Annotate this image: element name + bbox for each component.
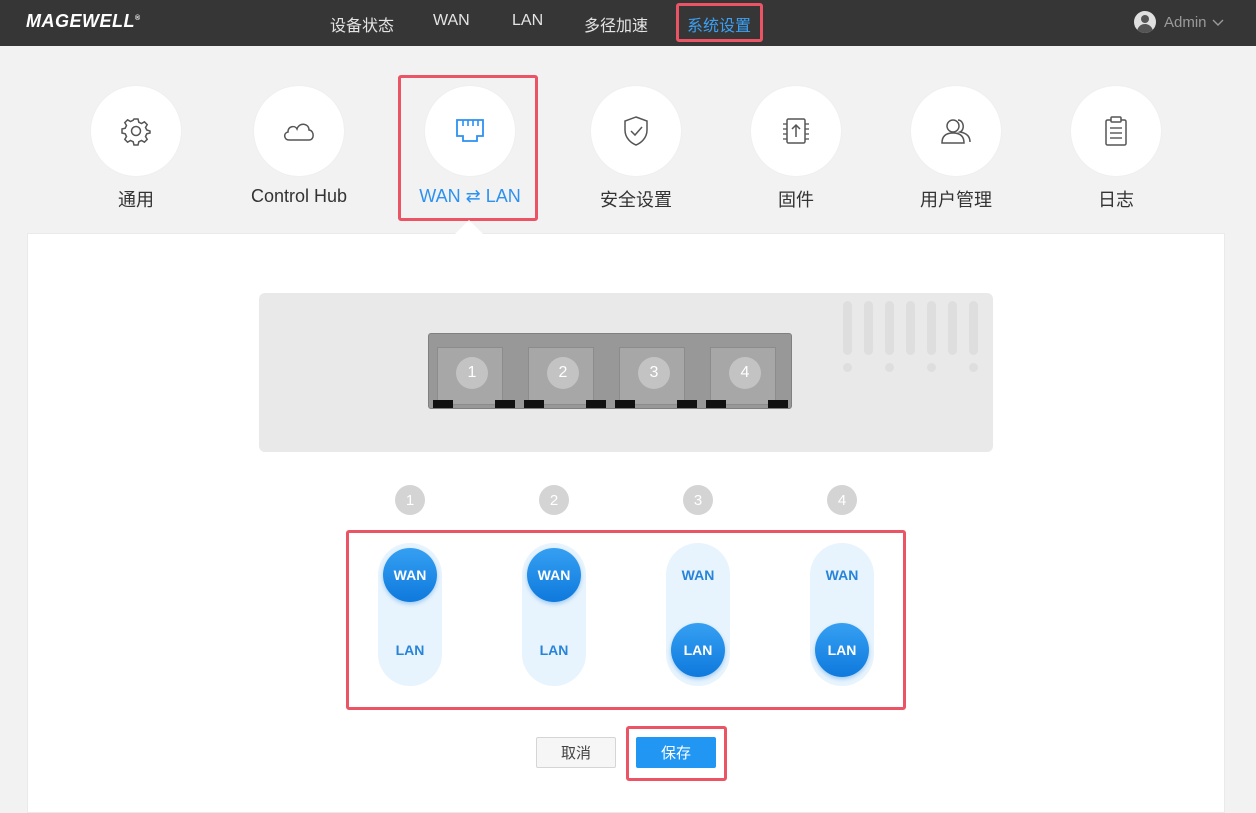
device-port: 4 bbox=[702, 344, 778, 405]
logo-text: MAGEWELL bbox=[26, 11, 135, 31]
category-circle bbox=[751, 86, 841, 176]
port-number-badge: 4 bbox=[827, 485, 857, 515]
highlight-frame-nav bbox=[676, 3, 763, 42]
device-port: 2 bbox=[520, 344, 596, 405]
category-circle bbox=[1071, 86, 1161, 176]
user-name: Admin bbox=[1164, 13, 1207, 31]
port-number-badge: 3 bbox=[683, 485, 713, 515]
port-bank: 1 2 3 4 bbox=[428, 333, 792, 409]
highlight-frame-save bbox=[626, 726, 727, 781]
device-port-number: 2 bbox=[547, 357, 579, 389]
port-led bbox=[706, 400, 726, 408]
user-menu[interactable]: Admin bbox=[1134, 10, 1225, 34]
chevron-down-icon bbox=[1212, 19, 1224, 26]
device-port: 1 bbox=[429, 344, 505, 405]
port-led bbox=[433, 400, 453, 408]
logo-mark: ® bbox=[135, 15, 141, 22]
category-user-management-label: 用户管理 bbox=[920, 190, 992, 210]
nav-lan[interactable]: LAN bbox=[512, 12, 543, 30]
gear-icon bbox=[121, 118, 151, 146]
vent-slot bbox=[906, 301, 915, 355]
vent-slot bbox=[969, 301, 978, 355]
vent-dot bbox=[969, 363, 978, 372]
nav-multipath[interactable]: 多径加速 bbox=[584, 12, 648, 36]
clipboard-icon bbox=[1105, 116, 1127, 146]
vent-dot bbox=[927, 363, 936, 372]
chip-upload-icon bbox=[783, 118, 809, 144]
category-security-label: 安全设置 bbox=[600, 190, 672, 210]
category-firmware[interactable]: 固件 bbox=[721, 86, 871, 212]
shield-check-icon bbox=[624, 116, 648, 146]
magewell-logo: MAGEWELL® bbox=[26, 11, 141, 32]
category-user-management[interactable]: 用户管理 bbox=[881, 86, 1031, 212]
port-led bbox=[495, 400, 515, 408]
highlight-frame-category bbox=[398, 75, 538, 221]
port-led bbox=[615, 400, 635, 408]
user-avatar-icon bbox=[1134, 11, 1156, 33]
cancel-button[interactable]: 取消 bbox=[536, 737, 616, 768]
vent-slot bbox=[948, 301, 957, 355]
cloud-icon bbox=[284, 123, 314, 141]
port-led bbox=[586, 400, 606, 408]
category-circle bbox=[91, 86, 181, 176]
category-log[interactable]: 日志 bbox=[1041, 86, 1191, 212]
category-general-label: 通用 bbox=[118, 190, 154, 210]
vent-dot bbox=[843, 363, 852, 372]
device-front-panel: 1 2 3 4 bbox=[259, 293, 993, 452]
device-port-number: 1 bbox=[456, 357, 488, 389]
nav-wan[interactable]: WAN bbox=[433, 12, 470, 30]
category-circle bbox=[591, 86, 681, 176]
vent-slot bbox=[864, 301, 873, 355]
category-circle bbox=[911, 86, 1001, 176]
category-log-label: 日志 bbox=[1098, 190, 1134, 210]
nav-device-status[interactable]: 设备状态 bbox=[330, 12, 394, 36]
vent-dot bbox=[885, 363, 894, 372]
highlight-frame-switches bbox=[346, 530, 906, 710]
port-number-badge: 1 bbox=[395, 485, 425, 515]
panel-pointer bbox=[455, 220, 483, 234]
category-general[interactable]: 通用 bbox=[61, 86, 211, 212]
category-control-hub[interactable]: Control Hub bbox=[224, 86, 374, 207]
vent-slot bbox=[885, 301, 894, 355]
device-port-number: 4 bbox=[729, 357, 761, 389]
device-port: 3 bbox=[611, 344, 687, 405]
category-control-hub-label: Control Hub bbox=[250, 186, 348, 206]
port-number-badge: 2 bbox=[539, 485, 569, 515]
port-led bbox=[768, 400, 788, 408]
top-navigation-bar: MAGEWELL® 设备状态 WAN LAN 多径加速 系统设置 Admin bbox=[0, 0, 1256, 46]
category-firmware-label: 固件 bbox=[778, 190, 814, 210]
users-icon bbox=[941, 119, 971, 144]
vent-slot bbox=[927, 301, 936, 355]
port-led bbox=[677, 400, 697, 408]
category-circle bbox=[254, 86, 344, 176]
port-led bbox=[524, 400, 544, 408]
vent-slot bbox=[843, 301, 852, 355]
category-security[interactable]: 安全设置 bbox=[561, 86, 711, 212]
device-port-number: 3 bbox=[638, 357, 670, 389]
